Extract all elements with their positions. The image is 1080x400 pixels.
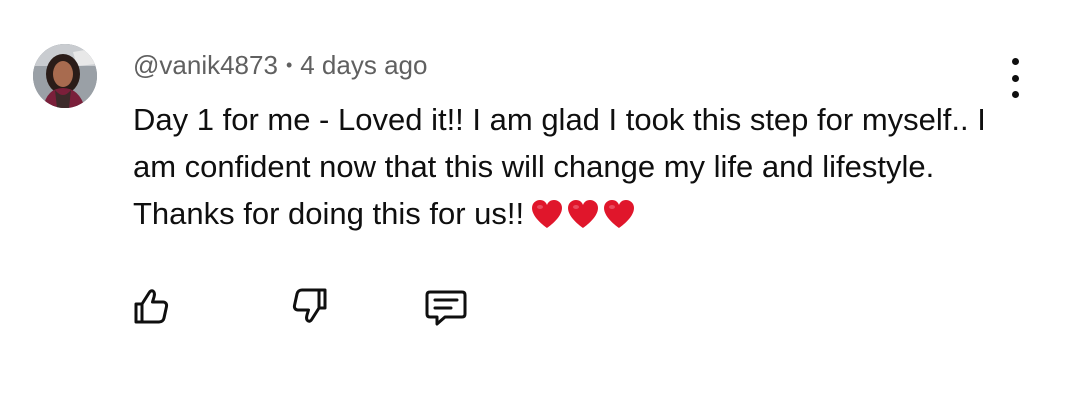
more-vertical-icon bbox=[1011, 58, 1019, 65]
heart-icon bbox=[568, 200, 599, 228]
like-button[interactable] bbox=[127, 282, 175, 330]
more-options-button[interactable] bbox=[998, 58, 1032, 98]
heart-icon bbox=[604, 200, 635, 228]
comment-reply-icon bbox=[425, 290, 467, 326]
reply-button[interactable] bbox=[420, 282, 468, 330]
heart-icon bbox=[532, 200, 563, 228]
author-name[interactable]: @vanik4873 bbox=[133, 50, 278, 80]
heart-emojis bbox=[530, 196, 638, 243]
avatar-image bbox=[33, 44, 97, 108]
avatar[interactable] bbox=[33, 44, 97, 108]
thumbs-down-icon bbox=[292, 288, 327, 323]
comment-timestamp[interactable]: 4 days ago bbox=[300, 50, 427, 80]
comment-header: @vanik4873 • 4 days ago bbox=[133, 48, 427, 85]
thumbs-up-icon bbox=[134, 289, 169, 324]
header-separator: • bbox=[285, 55, 293, 75]
comment-text-block: Day 1 for me - Loved it!! I am glad I to… bbox=[133, 96, 1013, 243]
dislike-button[interactable] bbox=[286, 282, 334, 330]
comment-card: @vanik4873 • 4 days ago Day 1 for me - Lov… bbox=[0, 0, 1080, 400]
